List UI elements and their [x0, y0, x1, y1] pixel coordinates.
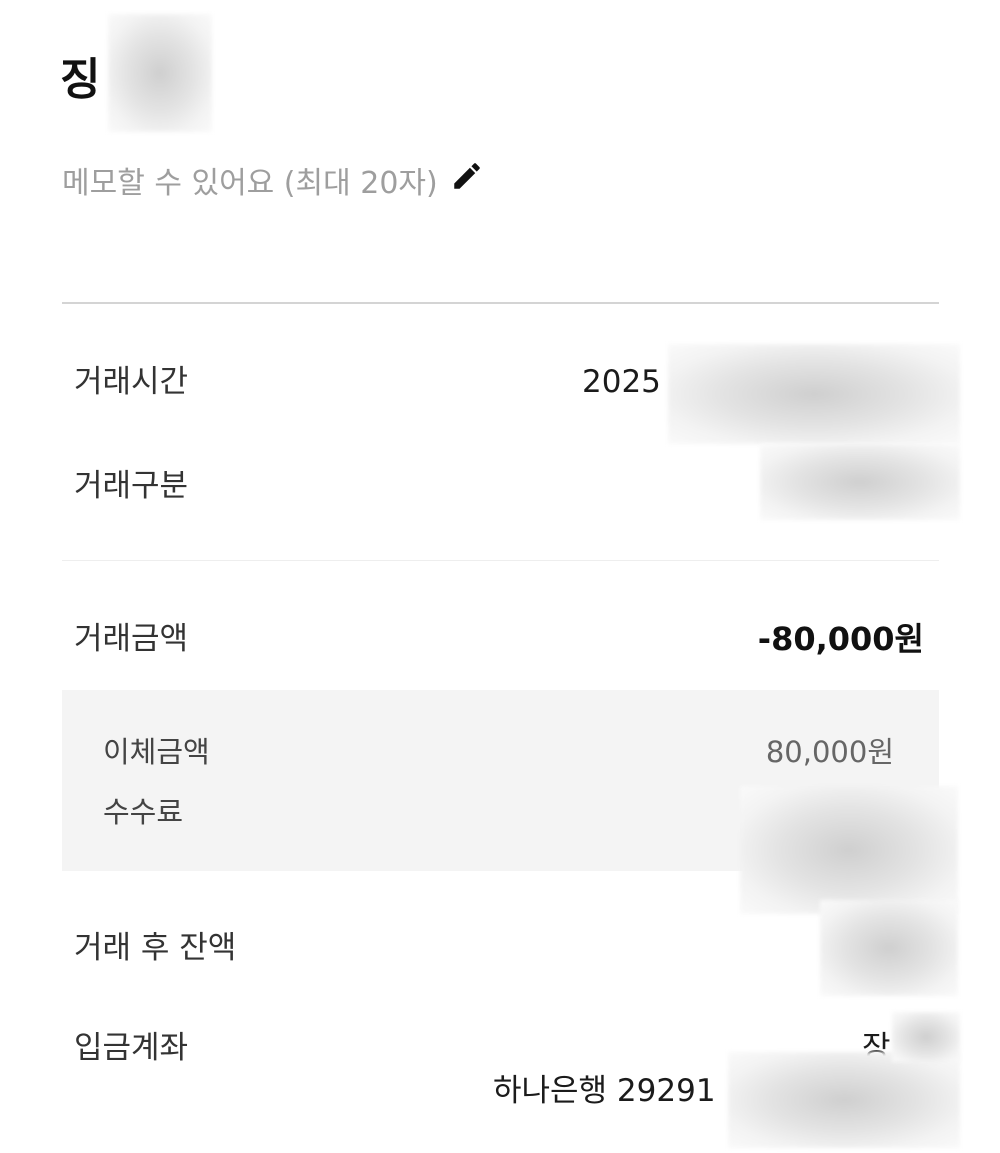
redacted-title-area — [108, 14, 212, 132]
redacted-account-area — [728, 1052, 960, 1148]
redacted-holder-area — [892, 1012, 960, 1062]
transfer-amount-label: 이체금액 — [103, 735, 210, 769]
time-value: 2025 — [582, 364, 661, 400]
redacted-balance-area — [820, 900, 958, 996]
time-label: 거래시간 — [74, 364, 189, 400]
memo-placeholder-text: 메모할 수 있어요 (최대 20자) — [62, 166, 438, 201]
pencil-icon[interactable] — [450, 159, 484, 201]
deposit-account-label: 입금계좌 — [74, 1030, 189, 1066]
redacted-fee-area — [740, 786, 958, 914]
section-divider-light — [62, 560, 939, 561]
amount-value: -80,000원 — [757, 620, 924, 658]
type-label: 거래구분 — [74, 468, 189, 504]
redacted-time-area — [668, 344, 960, 444]
deposit-account-number: 하나은행 29291 — [493, 1073, 716, 1109]
transfer-amount-value: 80,000원 — [765, 735, 894, 769]
section-divider — [62, 302, 939, 304]
fee-label: 수수료 — [103, 795, 184, 829]
redacted-type-area — [760, 444, 960, 520]
memo-edit-row[interactable]: 메모할 수 있어요 (최대 20자) — [62, 158, 484, 202]
balance-after-label: 거래 후 잔액 — [74, 930, 237, 966]
recipient-title: 징 — [60, 54, 101, 105]
amount-label: 거래금액 — [74, 621, 189, 657]
